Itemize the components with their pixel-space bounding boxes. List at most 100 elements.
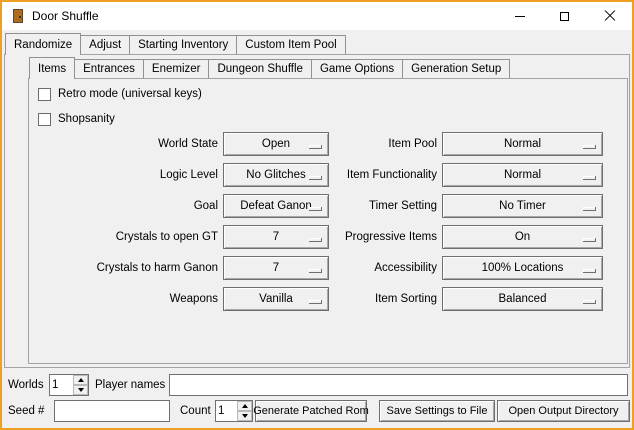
spin-up-button[interactable] bbox=[73, 375, 88, 385]
worlds-spin-arrows bbox=[73, 375, 88, 395]
dropdown-indicator-icon bbox=[309, 269, 322, 273]
goal-value: Defeat Ganon bbox=[240, 200, 312, 212]
crystals-gt-dropdown[interactable]: 7 bbox=[223, 225, 329, 249]
caption-buttons bbox=[497, 2, 632, 30]
logic-level-label: Logic Level bbox=[38, 163, 218, 187]
dropdown-indicator-icon bbox=[309, 207, 322, 211]
tab-custom-item-pool[interactable]: Custom Item Pool bbox=[236, 35, 345, 54]
secondary-tab-bar: Items Entrances Enemizer Dungeon Shuffle… bbox=[29, 57, 510, 79]
spin-down-icon bbox=[242, 414, 248, 418]
tab-enemizer[interactable]: Enemizer bbox=[143, 59, 210, 78]
timer-setting-label: Timer Setting bbox=[332, 194, 437, 218]
crystals-ganon-dropdown[interactable]: 7 bbox=[223, 256, 329, 280]
seed-label: Seed # bbox=[8, 400, 44, 422]
item-pool-value: Normal bbox=[504, 138, 541, 150]
logic-level-value: No Glitches bbox=[246, 169, 305, 181]
weapons-dropdown[interactable]: Vanilla bbox=[223, 287, 329, 311]
weapons-label: Weapons bbox=[38, 287, 218, 311]
progressive-items-dropdown[interactable]: On bbox=[442, 225, 603, 249]
weapons-value: Vanilla bbox=[259, 293, 293, 305]
shopsanity-checkbox[interactable] bbox=[38, 113, 51, 126]
item-functionality-dropdown[interactable]: Normal bbox=[442, 163, 603, 187]
dropdown-indicator-icon bbox=[309, 176, 322, 180]
door-shuffle-window: Door Shuffle Randomize Adjust Starting I… bbox=[0, 0, 634, 430]
crystals-ganon-value: 7 bbox=[273, 262, 279, 274]
dropdown-indicator-icon bbox=[309, 145, 322, 149]
dropdown-indicator-icon bbox=[583, 207, 596, 211]
generate-patched-rom-button[interactable]: Generate Patched Rom bbox=[255, 400, 367, 422]
primary-tab-bar: Randomize Adjust Starting Inventory Cust… bbox=[5, 33, 346, 55]
tab-game-options[interactable]: Game Options bbox=[311, 59, 403, 78]
progressive-items-value: On bbox=[515, 231, 530, 243]
world-state-value: Open bbox=[262, 138, 290, 150]
titlebar: Door Shuffle bbox=[2, 2, 632, 30]
item-functionality-label: Item Functionality bbox=[332, 163, 437, 187]
item-pool-dropdown[interactable]: Normal bbox=[442, 132, 603, 156]
count-label: Count bbox=[180, 400, 211, 422]
tab-items[interactable]: Items bbox=[29, 57, 75, 79]
spin-down-button[interactable] bbox=[73, 385, 88, 395]
retro-mode-label: Retro mode (universal keys) bbox=[58, 88, 202, 100]
world-state-label: World State bbox=[38, 132, 218, 156]
close-button[interactable] bbox=[587, 2, 632, 30]
retro-mode-checkbox[interactable] bbox=[38, 88, 51, 101]
tab-starting-inventory[interactable]: Starting Inventory bbox=[129, 35, 237, 54]
worlds-label: Worlds bbox=[8, 374, 44, 396]
count-spinbox bbox=[215, 400, 253, 422]
item-sorting-value: Balanced bbox=[499, 293, 547, 305]
spin-down-icon bbox=[78, 388, 84, 392]
dropdown-indicator-icon bbox=[583, 269, 596, 273]
spin-down-button[interactable] bbox=[237, 411, 252, 421]
retro-mode-row: Retro mode (universal keys) bbox=[38, 86, 202, 102]
shopsanity-label: Shopsanity bbox=[58, 113, 115, 125]
maximize-button[interactable] bbox=[542, 2, 587, 30]
spin-up-icon bbox=[78, 378, 84, 382]
item-sorting-dropdown[interactable]: Balanced bbox=[442, 287, 603, 311]
item-sorting-label: Item Sorting bbox=[332, 287, 437, 311]
logic-level-dropdown[interactable]: No Glitches bbox=[223, 163, 329, 187]
goal-dropdown[interactable]: Defeat Ganon bbox=[223, 194, 329, 218]
shopsanity-row: Shopsanity bbox=[38, 111, 115, 127]
app-icon bbox=[10, 8, 26, 24]
count-input[interactable] bbox=[216, 401, 237, 421]
world-state-dropdown[interactable]: Open bbox=[223, 132, 329, 156]
goal-label: Goal bbox=[38, 194, 218, 218]
seed-input[interactable] bbox=[54, 400, 170, 422]
crystals-gt-value: 7 bbox=[273, 231, 279, 243]
maximize-icon bbox=[560, 12, 569, 21]
dropdown-indicator-icon bbox=[309, 238, 322, 242]
save-settings-button[interactable]: Save Settings to File bbox=[379, 400, 495, 422]
item-pool-label: Item Pool bbox=[332, 132, 437, 156]
dropdown-indicator-icon bbox=[583, 300, 596, 304]
accessibility-label: Accessibility bbox=[332, 256, 437, 280]
timer-setting-value: No Timer bbox=[499, 200, 546, 212]
crystals-gt-label: Crystals to open GT bbox=[38, 225, 218, 249]
progressive-items-label: Progressive Items bbox=[332, 225, 437, 249]
tab-adjust[interactable]: Adjust bbox=[80, 35, 130, 54]
accessibility-dropdown[interactable]: 100% Locations bbox=[442, 256, 603, 280]
dropdown-indicator-icon bbox=[583, 145, 596, 149]
player-names-input[interactable] bbox=[169, 374, 628, 396]
tab-randomize[interactable]: Randomize bbox=[5, 33, 81, 55]
dropdown-indicator-icon bbox=[309, 300, 322, 304]
minimize-button[interactable] bbox=[497, 2, 542, 30]
count-spin-arrows bbox=[237, 401, 252, 421]
tab-generation-setup[interactable]: Generation Setup bbox=[402, 59, 510, 78]
window-title: Door Shuffle bbox=[32, 9, 99, 23]
crystals-ganon-label: Crystals to harm Ganon bbox=[38, 256, 218, 280]
timer-setting-dropdown[interactable]: No Timer bbox=[442, 194, 603, 218]
dropdown-indicator-icon bbox=[583, 238, 596, 242]
open-output-directory-button[interactable]: Open Output Directory bbox=[497, 400, 630, 422]
worlds-input[interactable] bbox=[50, 375, 73, 395]
tab-dungeon-shuffle[interactable]: Dungeon Shuffle bbox=[208, 59, 311, 78]
spin-up-icon bbox=[242, 404, 248, 408]
accessibility-value: 100% Locations bbox=[482, 262, 564, 274]
dropdown-indicator-icon bbox=[583, 176, 596, 180]
items-pane bbox=[28, 78, 628, 364]
item-functionality-value: Normal bbox=[504, 169, 541, 181]
player-names-label: Player names bbox=[95, 374, 165, 396]
close-icon bbox=[604, 10, 616, 22]
minimize-icon bbox=[515, 16, 525, 17]
tab-entrances[interactable]: Entrances bbox=[74, 59, 144, 78]
spin-up-button[interactable] bbox=[237, 401, 252, 411]
